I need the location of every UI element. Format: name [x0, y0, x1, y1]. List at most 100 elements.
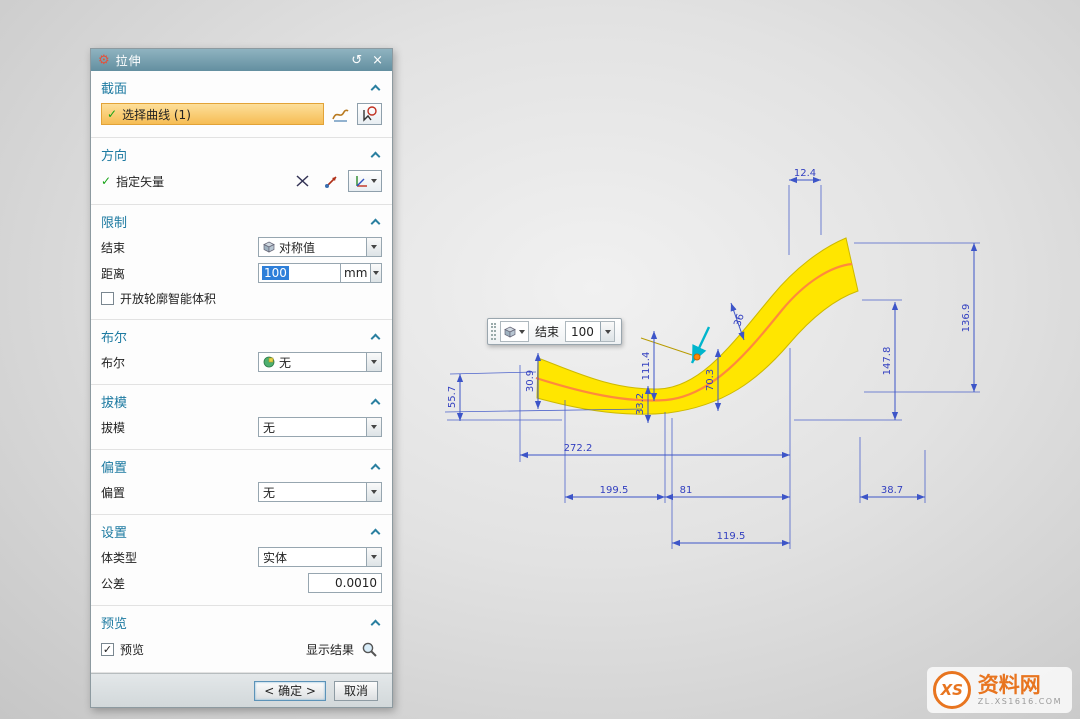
chevron-up-icon[interactable] [371, 333, 381, 343]
show-result-label: 显示结果 [306, 641, 354, 658]
crossed-arrows-icon [295, 174, 311, 188]
tolerance-input[interactable]: 0.0010 [308, 573, 382, 593]
vector-icon [324, 174, 340, 188]
tolerance-label: 公差 [101, 575, 125, 592]
curve-rule-button[interactable] [328, 103, 353, 125]
dropdown-arrow[interactable] [600, 322, 614, 341]
dim-70-3[interactable]: 70.3 [705, 369, 716, 391]
draft-value: 无 [263, 419, 275, 436]
direction-header-label: 方向 [101, 145, 127, 164]
chevron-up-icon[interactable] [371, 528, 381, 538]
dropdown-arrow[interactable] [366, 238, 381, 256]
watermark-brand: 资料网 [978, 673, 1062, 697]
end-mode-dropdown[interactable] [500, 321, 529, 342]
chevron-down-icon [605, 330, 611, 334]
open-profile-label: 开放轮廓智能体积 [120, 290, 216, 307]
chevron-down-icon [371, 360, 377, 364]
chevron-down-icon [371, 245, 377, 249]
dropdown-arrow[interactable] [366, 483, 381, 501]
extrude-dialog: ⚙ 拉伸 ↺ × 截面 ✓ 选择曲线 (1) [90, 48, 393, 708]
show-result-button[interactable] [357, 638, 382, 660]
dim-81[interactable]: 81 [680, 485, 693, 496]
reverse-direction-button[interactable] [290, 170, 315, 192]
dimension-labels[interactable]: 12.4 136.9 147.8 36 111.4 70.3 33.2 30.9… [447, 168, 972, 542]
dim-30-9[interactable]: 30.9 [525, 370, 536, 392]
green-check-icon: ✓ [101, 174, 111, 188]
direction-group-header[interactable]: 方向 [91, 140, 392, 167]
dim-12-4[interactable]: 12.4 [794, 168, 816, 179]
chevron-up-icon[interactable] [371, 398, 381, 408]
body-type-value: 实体 [263, 549, 287, 566]
settings-group-header[interactable]: 设置 [91, 517, 392, 544]
direction-group: 方向 ✓ 指定矢量 [91, 138, 392, 205]
dropdown-arrow[interactable] [366, 418, 381, 436]
boolean-dropdown[interactable]: 无 [258, 352, 382, 372]
draft-group-header[interactable]: 拔模 [91, 387, 392, 414]
chevron-up-icon[interactable] [371, 463, 381, 473]
sketch-section-button[interactable] [357, 103, 382, 125]
chevron-up-icon[interactable] [371, 151, 381, 161]
preview-checkbox[interactable]: ✓ [101, 643, 114, 656]
dim-147-8[interactable]: 147.8 [882, 347, 893, 376]
dim-272-2[interactable]: 272.2 [564, 443, 593, 454]
reset-button[interactable]: ↺ [349, 53, 364, 68]
distance-input[interactable]: 100 [258, 263, 340, 283]
watermark: XS 资料网 ZL.XS1616.COM [927, 667, 1072, 713]
dim-55-7[interactable]: 55.7 [447, 386, 458, 408]
dialog-titlebar[interactable]: ⚙ 拉伸 ↺ × [91, 49, 392, 71]
ok-button[interactable]: < 确定 > [254, 681, 326, 701]
end-distance-value[interactable]: 100 [566, 325, 600, 339]
boolean-label: 布尔 [101, 354, 125, 371]
end-label: 结束 [533, 323, 561, 340]
distance-value[interactable]: 100 [262, 266, 289, 280]
unit-dropdown[interactable]: mm [340, 263, 382, 283]
onscreen-input-toolbar[interactable]: 结束 100 [487, 318, 622, 345]
watermark-url: ZL.XS1616.COM [978, 697, 1062, 706]
dropdown-arrow[interactable] [366, 548, 381, 566]
limits-group-header[interactable]: 限制 [91, 207, 392, 234]
draft-dropdown[interactable]: 无 [258, 417, 382, 437]
section-group-header[interactable]: 截面 [91, 73, 392, 100]
dropdown-arrow[interactable] [370, 264, 381, 282]
preview-header-label: 预览 [101, 613, 127, 632]
preview-group-header[interactable]: 预览 [91, 608, 392, 635]
chevron-up-icon[interactable] [371, 619, 381, 629]
vector-dialog-button[interactable] [319, 170, 344, 192]
chevron-down-icon [371, 490, 377, 494]
dropdown-arrow[interactable] [366, 353, 381, 371]
select-curve-field[interactable]: ✓ 选择曲线 (1) [101, 103, 324, 125]
end-condition-dropdown[interactable]: 对称值 [258, 237, 382, 257]
selection-point [694, 354, 700, 360]
settings-header-label: 设置 [101, 522, 127, 541]
dialog-footer: < 确定 > 取消 [91, 673, 392, 707]
boolean-group-header[interactable]: 布尔 [91, 322, 392, 349]
dim-136-9[interactable]: 136.9 [961, 304, 972, 333]
dim-36[interactable]: 36 [732, 312, 746, 328]
tolerance-value[interactable]: 0.0010 [335, 576, 377, 590]
open-profile-checkbox[interactable] [101, 292, 114, 305]
dim-111-4[interactable]: 111.4 [641, 352, 652, 381]
close-button[interactable]: × [370, 53, 385, 68]
dim-119-5[interactable]: 119.5 [717, 531, 746, 542]
cancel-button[interactable]: 取消 [334, 681, 378, 701]
drag-handle[interactable] [491, 323, 496, 340]
draft-group: 拔模 拔模 无 [91, 385, 392, 450]
coordinate-triad-icon [354, 174, 369, 188]
chevron-up-icon[interactable] [371, 84, 381, 94]
magnifier-icon [361, 641, 378, 658]
vector-method-dropdown[interactable] [348, 170, 382, 192]
green-check-icon: ✓ [107, 107, 117, 121]
offset-dropdown[interactable]: 无 [258, 482, 382, 502]
end-condition-value: 对称值 [279, 239, 315, 256]
dim-33-2[interactable]: 33.2 [635, 393, 646, 415]
dim-38-7[interactable]: 38.7 [881, 485, 903, 496]
offset-group-header[interactable]: 偏置 [91, 452, 392, 479]
chevron-down-icon [373, 271, 379, 275]
body-type-dropdown[interactable]: 实体 [258, 547, 382, 567]
unit-value: mm [341, 266, 370, 280]
end-distance-dropdown[interactable]: 100 [565, 321, 615, 342]
dim-199-5[interactable]: 199.5 [600, 485, 629, 496]
chevron-up-icon[interactable] [371, 218, 381, 228]
boolean-header-label: 布尔 [101, 327, 127, 346]
body-type-label: 体类型 [101, 549, 137, 566]
